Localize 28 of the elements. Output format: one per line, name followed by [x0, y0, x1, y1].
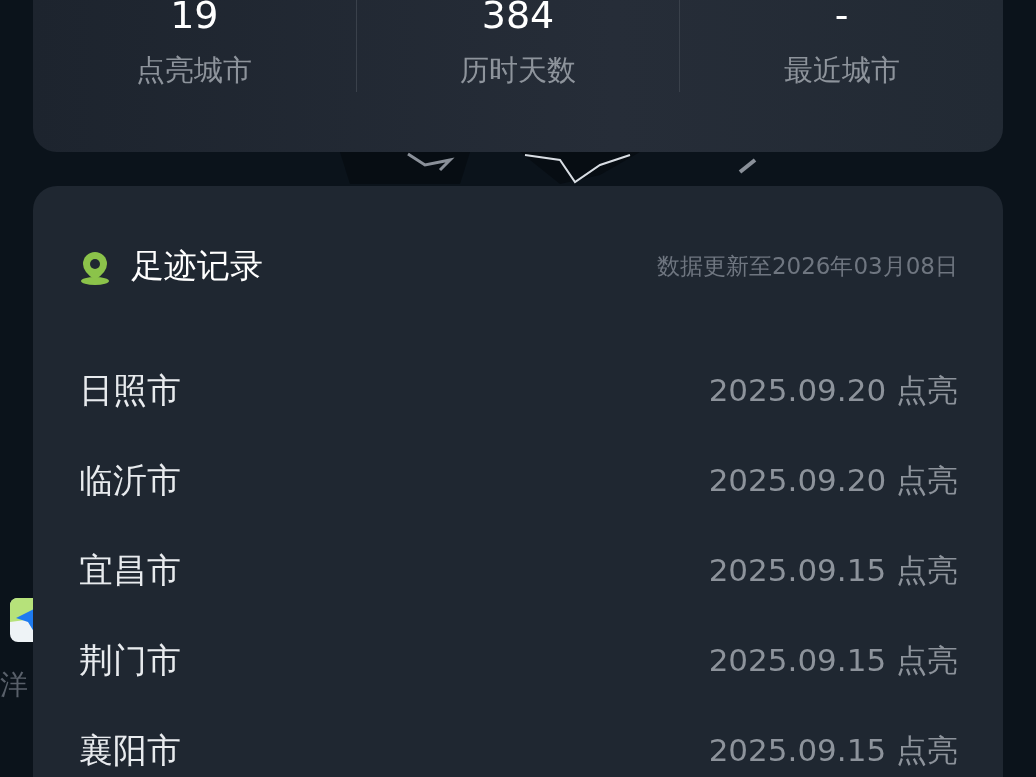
lit-date: 2025.09.20 点亮	[708, 371, 958, 410]
location-pin-icon	[79, 250, 111, 286]
city-name: 日照市	[79, 369, 181, 412]
stat-value: 384	[481, 0, 555, 30]
section-title: 足迹记录	[131, 244, 263, 287]
border-line	[738, 158, 757, 174]
record-row[interactable]: 宜昌市 2025.09.15 点亮	[79, 526, 958, 616]
lit-date: 2025.09.15 点亮	[708, 731, 958, 770]
stat-value: 19	[170, 0, 219, 30]
city-name: 襄阳市	[79, 729, 181, 772]
stat-label: 最近城市	[783, 52, 900, 89]
lit-date: 2025.09.15 点亮	[708, 641, 958, 680]
lit-date: 2025.09.20 点亮	[708, 461, 958, 500]
city-name: 荆门市	[79, 639, 181, 682]
city-name: 临沂市	[79, 459, 181, 502]
lit-date: 2025.09.15 点亮	[708, 551, 958, 590]
stat-value: -	[834, 0, 849, 30]
record-row[interactable]: 荆门市 2025.09.15 点亮	[79, 616, 958, 706]
map-label: 洋	[0, 668, 28, 702]
city-name: 宜昌市	[79, 549, 181, 592]
app-icon[interactable]	[10, 598, 33, 642]
stat-label: 历时天数	[460, 52, 576, 89]
record-row[interactable]: 日照市 2025.09.20 点亮	[79, 346, 958, 436]
border-line	[407, 152, 455, 172]
record-row[interactable]: 临沂市 2025.09.20 点亮	[79, 436, 958, 526]
record-row[interactable]: 襄阳市 2025.09.15 点亮	[79, 706, 958, 777]
update-date: 数据更新至2026年03月08日	[656, 251, 958, 281]
stat-label: 点亮城市	[136, 52, 253, 89]
